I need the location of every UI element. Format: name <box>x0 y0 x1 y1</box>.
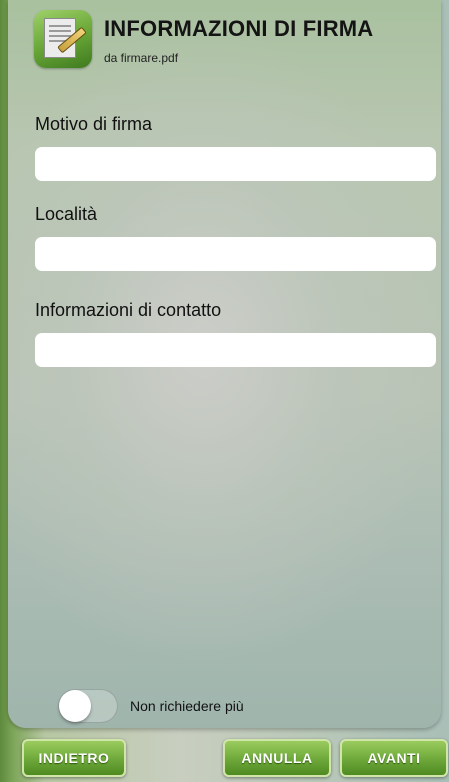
location-input[interactable] <box>35 237 436 271</box>
contact-input[interactable] <box>35 333 436 367</box>
dont-ask-again-label: Non richiedere più <box>130 698 244 714</box>
next-button[interactable]: AVANTI <box>340 739 448 777</box>
contact-label: Informazioni di contatto <box>35 300 222 320</box>
reason-label: Motivo di firma <box>35 114 153 134</box>
location-label: Località <box>35 204 98 224</box>
back-button[interactable]: INDIETRO <box>22 739 126 777</box>
signature-document-icon <box>34 10 92 68</box>
dont-ask-again-row: Non richiedere più <box>58 688 244 724</box>
file-name: da firmare.pdf <box>104 51 179 65</box>
page-title: INFORMAZIONI DI FIRMA <box>104 16 374 41</box>
toggle-knob <box>59 690 91 722</box>
dont-ask-again-toggle[interactable] <box>58 689 118 723</box>
cancel-button[interactable]: ANNULLA <box>223 739 331 777</box>
reason-input[interactable] <box>35 147 436 181</box>
